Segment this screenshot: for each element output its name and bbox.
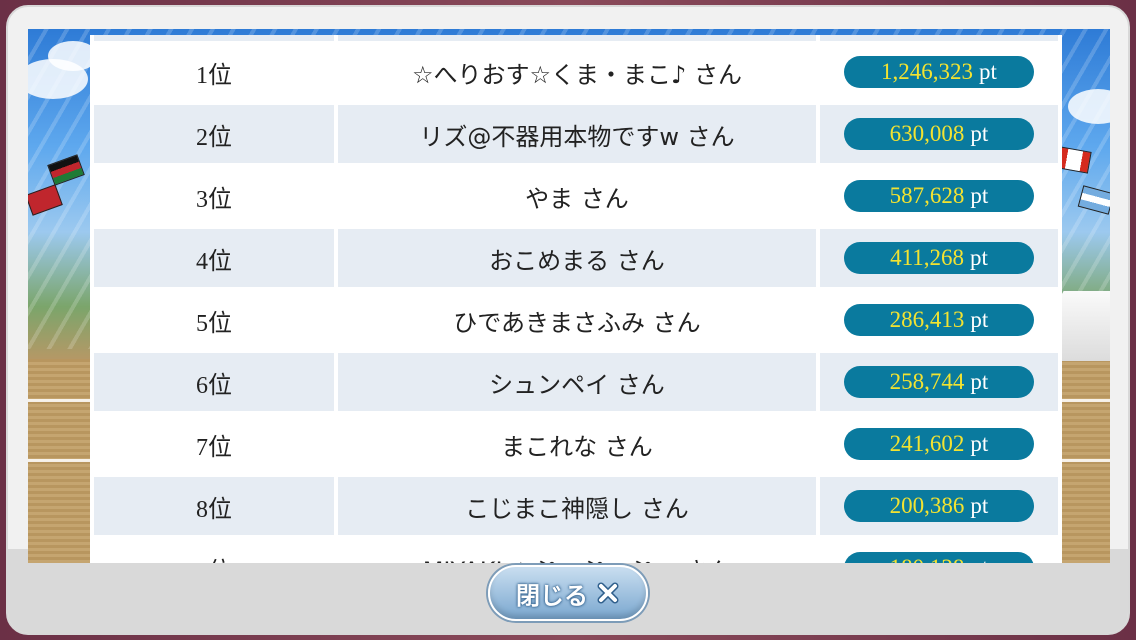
- score-unit: pt: [970, 493, 989, 518]
- player-name: こじまこ神隠し さん: [338, 477, 816, 535]
- score-cell: 1,246,323 pt: [820, 43, 1058, 101]
- score-unit: pt: [970, 431, 989, 456]
- ranking-row: 6位 シュンペイ さん 258,744 pt: [94, 353, 1058, 411]
- score-cell: 180,128 pt: [820, 539, 1058, 563]
- player-name: MIYAKI ☆ぷ・ぷ・ぷ・ さん: [338, 539, 816, 564]
- rank-label: 3位: [196, 186, 232, 213]
- score-pill: 1,246,323 pt: [844, 56, 1034, 88]
- header-divider: [338, 35, 816, 41]
- score-cell: 200,386 pt: [820, 477, 1058, 535]
- score-pill: 200,386 pt: [844, 490, 1034, 522]
- score-pill: 411,268 pt: [844, 242, 1034, 274]
- ranking-row: 2位 リズ@不器用本物ですw さん 630,008 pt: [94, 105, 1058, 163]
- score-cell: 630,008 pt: [820, 105, 1058, 163]
- score-value: 587,628: [889, 183, 965, 208]
- score-cell: 411,268 pt: [820, 229, 1058, 287]
- player-name: ひであきまさふみ さん: [453, 308, 701, 337]
- rank-label: 2位: [94, 105, 334, 163]
- ranking-row: 3位 やま さん 587,628 pt: [94, 167, 1058, 225]
- ranking-row: 7位 まこれな さん 241,602 pt: [94, 415, 1058, 473]
- score-cell: 286,413 pt: [820, 291, 1058, 349]
- score-value: 1,246,323: [881, 59, 974, 84]
- rank-label: 7位: [196, 434, 232, 461]
- player-name: ☆へりおす☆くま・まこ♪ さん: [412, 60, 742, 89]
- ranking-row: 1位 ☆へりおす☆くま・まこ♪ さん 1,246,323 pt: [94, 43, 1058, 101]
- score-pill: 241,602 pt: [844, 428, 1034, 460]
- ranking-dialog: 1位 ☆へりおす☆くま・まこ♪ さん 1,246,323 pt 2位 リズ@不器…: [6, 5, 1130, 635]
- score-unit: pt: [970, 369, 989, 394]
- score-unit: pt: [970, 245, 988, 270]
- score-pill: 630,008 pt: [844, 118, 1034, 150]
- score-cell: 241,602 pt: [820, 415, 1058, 473]
- player-name: おこめまる さん: [338, 229, 816, 287]
- rank-label: 4位: [94, 229, 334, 287]
- rank-label: 9位: [94, 539, 334, 564]
- score-pill: 587,628 pt: [844, 180, 1034, 212]
- score-cell: 587,628 pt: [820, 167, 1058, 225]
- score-value: 411,268: [890, 245, 964, 270]
- score-pill: 180,128 pt: [844, 552, 1034, 563]
- player-name: リズ@不器用本物ですw さん: [338, 105, 816, 163]
- ranking-row: 4位 おこめまる さん 411,268 pt: [94, 229, 1058, 287]
- score-pill: 258,744 pt: [844, 366, 1034, 398]
- rank-label: 8位: [94, 477, 334, 535]
- player-name: シュンペイ さん: [338, 353, 816, 411]
- rank-label: 1位: [196, 62, 232, 89]
- close-button-label: 閉じる: [516, 581, 588, 610]
- rank-label: 6位: [94, 353, 334, 411]
- score-unit: pt: [979, 59, 997, 84]
- score-value: 286,413: [889, 307, 965, 332]
- rank-label: 5位: [196, 310, 232, 337]
- score-value: 258,744: [889, 369, 965, 394]
- score-pill: 286,413 pt: [844, 304, 1034, 336]
- score-value: 241,602: [889, 431, 965, 456]
- score-value: 630,008: [889, 121, 965, 146]
- score-unit: pt: [970, 183, 989, 208]
- player-name: やま さん: [525, 184, 629, 213]
- ranking-row: 5位 ひであきまさふみ さん 286,413 pt: [94, 291, 1058, 349]
- ranking-row: 8位 こじまこ神隠し さん 200,386 pt: [94, 477, 1058, 535]
- player-name: まこれな さん: [501, 432, 653, 461]
- ranking-list[interactable]: 1位 ☆へりおす☆くま・まこ♪ さん 1,246,323 pt 2位 リズ@不器…: [90, 35, 1062, 563]
- close-button[interactable]: 閉じる: [488, 565, 648, 621]
- header-divider: [94, 35, 334, 41]
- score-unit: pt: [970, 555, 988, 563]
- score-cell: 258,744 pt: [820, 353, 1058, 411]
- ranking-row: 9位 MIYAKI ☆ぷ・ぷ・ぷ・ さん 180,128 pt: [94, 539, 1058, 563]
- score-value: 200,386: [889, 493, 965, 518]
- score-unit: pt: [970, 307, 989, 332]
- score-unit: pt: [970, 121, 989, 146]
- close-x-icon: [597, 582, 619, 604]
- header-divider: [820, 35, 1058, 41]
- score-value: 180,128: [890, 555, 965, 563]
